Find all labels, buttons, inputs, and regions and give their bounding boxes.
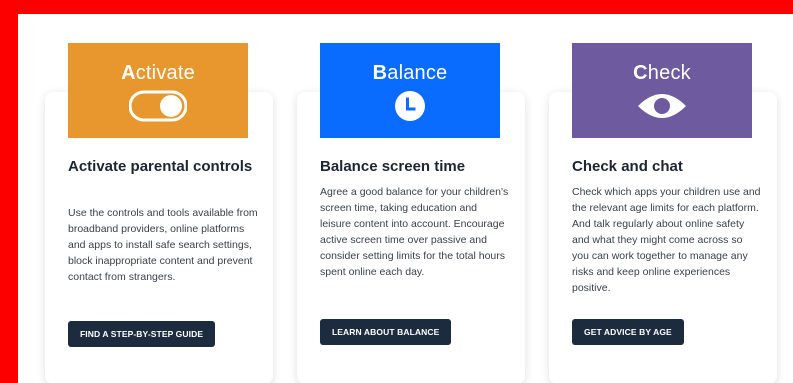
card-text-check: Check which apps your children use and t… [572, 186, 761, 294]
tile-title-balance: Balance [320, 62, 500, 84]
card-title-activate: Activate parental controls [68, 158, 253, 175]
card-text-activate: Use the controls and tools available fro… [68, 207, 258, 283]
clock-icon [395, 91, 425, 121]
toggle-switch-icon [129, 90, 187, 122]
page-content: Activate parental controls Use the contr… [18, 14, 793, 383]
get-advice-by-age-button[interactable]: GET ADVICE BY AGE [572, 319, 684, 345]
tile-title-rest: heck [647, 62, 691, 84]
tile-lead-letter: B [372, 62, 388, 84]
tile-lead-letter: A [121, 62, 136, 84]
tile-balance: Balance [320, 43, 500, 138]
tile-title-rest: alance [387, 62, 448, 84]
tile-lead-letter: C [633, 62, 648, 84]
card-title-check: Check and chat [572, 158, 683, 175]
tile-title-rest: ctivate [135, 62, 195, 84]
tile-check: Check [572, 43, 752, 138]
learn-about-balance-button[interactable]: LEARN ABOUT BALANCE [320, 319, 452, 345]
tile-activate: Activate [68, 43, 248, 138]
tile-title-check: Check [572, 62, 752, 84]
eye-icon [638, 94, 686, 118]
card-title-balance: Balance screen time [320, 158, 466, 175]
find-step-by-step-guide-button[interactable]: FIND A STEP-BY-STEP GUIDE [68, 321, 216, 347]
tile-title-activate: Activate [68, 62, 248, 84]
card-text-balance: Agree a good balance for your children's… [320, 186, 509, 278]
